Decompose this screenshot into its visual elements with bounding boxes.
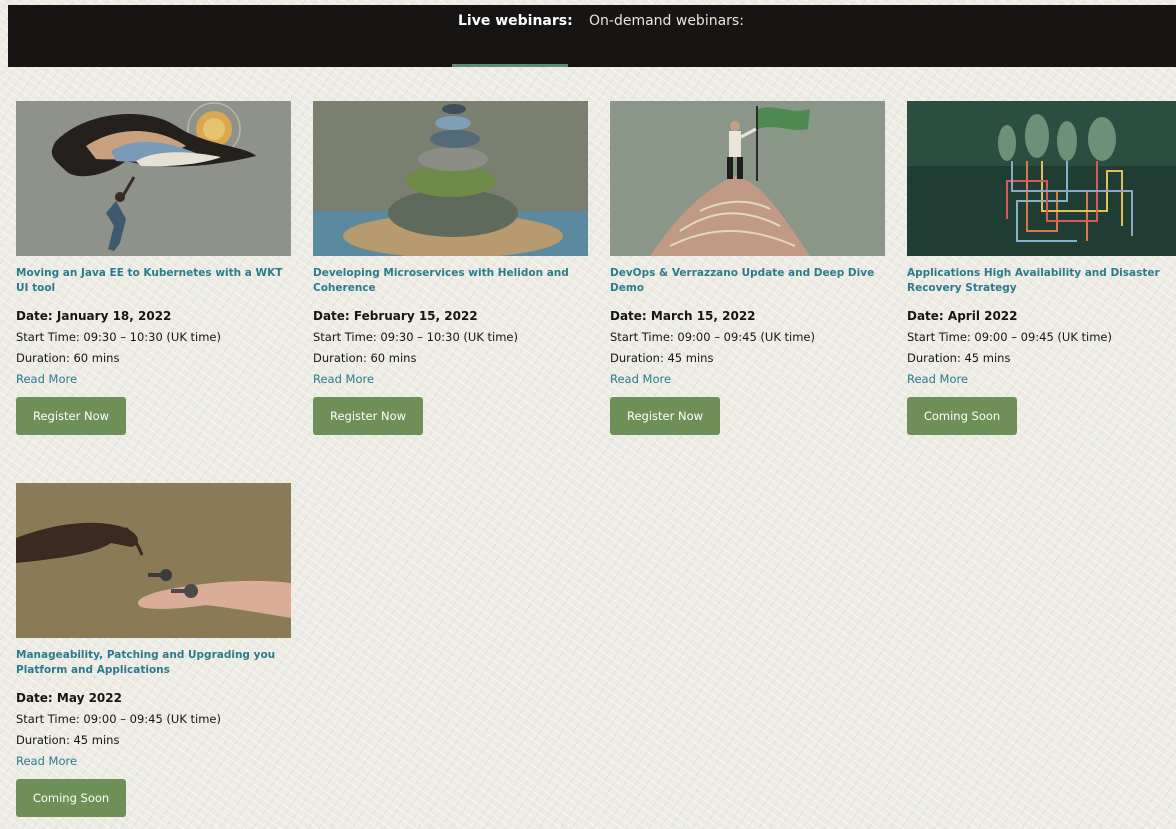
- read-more-link[interactable]: Read More: [313, 371, 588, 387]
- webinar-duration: Duration: 60 mins: [313, 351, 417, 365]
- read-more-link[interactable]: Read More: [907, 371, 1176, 387]
- webinar-card: Moving an Java EE to Kubernetes with a W…: [16, 101, 291, 435]
- read-more-link[interactable]: Read More: [16, 753, 291, 769]
- coming-soon-button[interactable]: Coming Soon: [16, 779, 126, 817]
- webinar-duration: Duration: 60 mins: [16, 351, 120, 365]
- webinar-start-time: Start Time: 09:30 – 10:30 (UK time): [313, 330, 518, 344]
- webinar-image-woman-reaching[interactable]: [16, 101, 291, 256]
- read-more-link[interactable]: Read More: [610, 371, 885, 387]
- webinar-image-hands-key[interactable]: [16, 483, 291, 638]
- webinar-title-link[interactable]: DevOps & Verrazzano Update and Deep Dive…: [610, 266, 885, 298]
- webinar-card: Developing Microservices with Helidon an…: [313, 101, 588, 435]
- webinar-image-trees-roots[interactable]: [907, 101, 1176, 256]
- webinar-start-time: Start Time: 09:00 – 09:45 (UK time): [610, 330, 815, 344]
- webinar-title-link[interactable]: Manageability, Patching and Upgrading yo…: [16, 648, 291, 680]
- webinar-duration: Duration: 45 mins: [16, 733, 120, 747]
- webinar-date: Date: January 18, 2022: [16, 309, 172, 323]
- webinar-tab-bar: Live webinars: On-demand webinars:: [8, 5, 1176, 67]
- webinar-date: Date: February 15, 2022: [313, 309, 478, 323]
- read-more-link[interactable]: Read More: [16, 371, 291, 387]
- webinar-date: Date: May 2022: [16, 691, 122, 705]
- active-tab-indicator: [452, 64, 568, 67]
- webinar-image-man-with-flag[interactable]: [610, 101, 885, 256]
- webinar-date: Date: April 2022: [907, 309, 1018, 323]
- webinar-title-link[interactable]: Moving an Java EE to Kubernetes with a W…: [16, 266, 291, 298]
- webinar-duration: Duration: 45 mins: [610, 351, 714, 365]
- webinar-start-time: Start Time: 09:00 – 09:45 (UK time): [16, 712, 221, 726]
- webinar-card: Applications High Availability and Disas…: [907, 101, 1176, 435]
- webinar-date: Date: March 15, 2022: [610, 309, 756, 323]
- webinar-image-stacked-stones[interactable]: [313, 101, 588, 256]
- register-now-button[interactable]: Register Now: [610, 397, 720, 435]
- tab-live-webinars[interactable]: Live webinars:: [458, 13, 573, 29]
- webinar-title-link[interactable]: Applications High Availability and Disas…: [907, 266, 1176, 298]
- tab-on-demand-webinars[interactable]: On-demand webinars:: [589, 13, 744, 29]
- coming-soon-button[interactable]: Coming Soon: [907, 397, 1017, 435]
- webinar-title-link[interactable]: Developing Microservices with Helidon an…: [313, 266, 588, 298]
- webinar-card: Manageability, Patching and Upgrading yo…: [16, 483, 291, 817]
- webinar-start-time: Start Time: 09:00 – 09:45 (UK time): [907, 330, 1112, 344]
- register-now-button[interactable]: Register Now: [313, 397, 423, 435]
- register-now-button[interactable]: Register Now: [16, 397, 126, 435]
- webinar-duration: Duration: 45 mins: [907, 351, 1011, 365]
- webinar-card: DevOps & Verrazzano Update and Deep Dive…: [610, 101, 885, 435]
- webinar-start-time: Start Time: 09:30 – 10:30 (UK time): [16, 330, 221, 344]
